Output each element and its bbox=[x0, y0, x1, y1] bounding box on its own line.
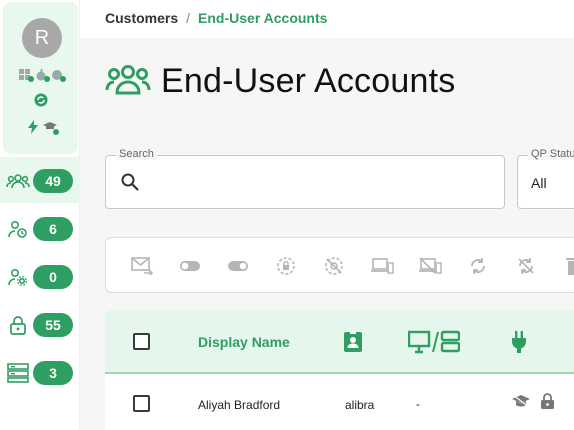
server-icon bbox=[6, 362, 30, 384]
row-checkbox[interactable] bbox=[133, 395, 150, 412]
graduation-cap-icon bbox=[43, 120, 59, 135]
users-group-icon bbox=[6, 170, 30, 192]
select-all-checkbox[interactable] bbox=[133, 333, 150, 350]
qp-status-label: QP Status bbox=[528, 148, 574, 160]
status-icons bbox=[27, 120, 59, 136]
search-icon bbox=[120, 172, 140, 197]
user-clock-icon bbox=[6, 218, 30, 240]
cell-display-name[interactable]: Aliyah Bradford bbox=[198, 398, 280, 412]
main-area: Customers / End-User Accounts End-User A… bbox=[80, 0, 574, 430]
sidebar-item-users[interactable]: 49 bbox=[6, 169, 76, 193]
sync-icon[interactable] bbox=[466, 254, 490, 278]
qp-status-value: All bbox=[531, 175, 547, 191]
lightning-icon bbox=[27, 120, 39, 136]
users-group-icon bbox=[105, 63, 151, 100]
breadcrumb-customers-link[interactable]: Customers bbox=[105, 10, 178, 26]
managed-users-count-badge: 0 bbox=[33, 265, 73, 289]
user-gear-icon bbox=[6, 266, 30, 288]
cell-login: alibra bbox=[345, 398, 375, 412]
sidebar-item-servers[interactable]: 3 bbox=[6, 361, 76, 385]
sync-off-icon[interactable] bbox=[514, 254, 538, 278]
toggle-on-icon[interactable] bbox=[226, 254, 250, 278]
table-header: Display Name bbox=[105, 310, 574, 374]
plug-icon[interactable] bbox=[511, 330, 527, 359]
id-badge-icon[interactable] bbox=[343, 331, 363, 358]
devices-icon[interactable] bbox=[370, 254, 394, 278]
device-server-icon[interactable] bbox=[407, 330, 461, 359]
toggle-off-icon[interactable] bbox=[178, 254, 202, 278]
sidebar: R 49 6 0 55 3 bbox=[0, 0, 80, 430]
apple-icon bbox=[35, 68, 50, 82]
users-count-badge: 49 bbox=[33, 169, 73, 193]
cell-device: - bbox=[416, 397, 420, 411]
lock-icon bbox=[540, 392, 555, 415]
mail-forward-icon[interactable] bbox=[130, 254, 154, 278]
locked-count-badge: 55 bbox=[33, 313, 73, 337]
lock-clock-icon[interactable] bbox=[274, 254, 298, 278]
sidebar-item-locked[interactable]: 55 bbox=[6, 313, 76, 337]
profile-card: R bbox=[3, 2, 78, 154]
search-input[interactable]: Search bbox=[105, 148, 505, 209]
device-off-icon[interactable] bbox=[418, 254, 442, 278]
sidebar-item-pending-users[interactable]: 6 bbox=[6, 217, 76, 241]
trash-icon[interactable] bbox=[562, 254, 574, 278]
breadcrumb-current: End-User Accounts bbox=[198, 10, 328, 26]
qp-status-select[interactable]: QP Status All bbox=[517, 148, 574, 209]
graduation-cap-icon bbox=[512, 394, 530, 413]
os-status-icons bbox=[15, 68, 67, 84]
sync-status-icon bbox=[34, 93, 48, 107]
lock-icon bbox=[6, 314, 30, 336]
avatar[interactable]: R bbox=[22, 18, 62, 58]
android-icon bbox=[51, 68, 66, 82]
servers-count-badge: 3 bbox=[33, 361, 73, 385]
breadcrumb-bar: Customers / End-User Accounts bbox=[80, 0, 574, 38]
page-title: End-User Accounts bbox=[161, 62, 456, 100]
page-header: End-User Accounts bbox=[105, 62, 455, 101]
column-display-name[interactable]: Display Name bbox=[198, 334, 290, 350]
content-area: End-User Accounts Search QP Status All bbox=[80, 38, 574, 430]
sidebar-item-managed-users[interactable]: 0 bbox=[6, 265, 76, 289]
eye-off-icon[interactable] bbox=[322, 254, 346, 278]
action-toolbar bbox=[105, 237, 574, 293]
table-row[interactable]: Aliyah Bradford alibra - bbox=[105, 374, 574, 430]
breadcrumb-separator: / bbox=[186, 10, 191, 26]
pending-users-count-badge: 6 bbox=[33, 217, 73, 241]
windows-icon bbox=[19, 68, 34, 82]
search-label: Search bbox=[116, 148, 157, 160]
breadcrumb: Customers / End-User Accounts bbox=[105, 10, 327, 26]
